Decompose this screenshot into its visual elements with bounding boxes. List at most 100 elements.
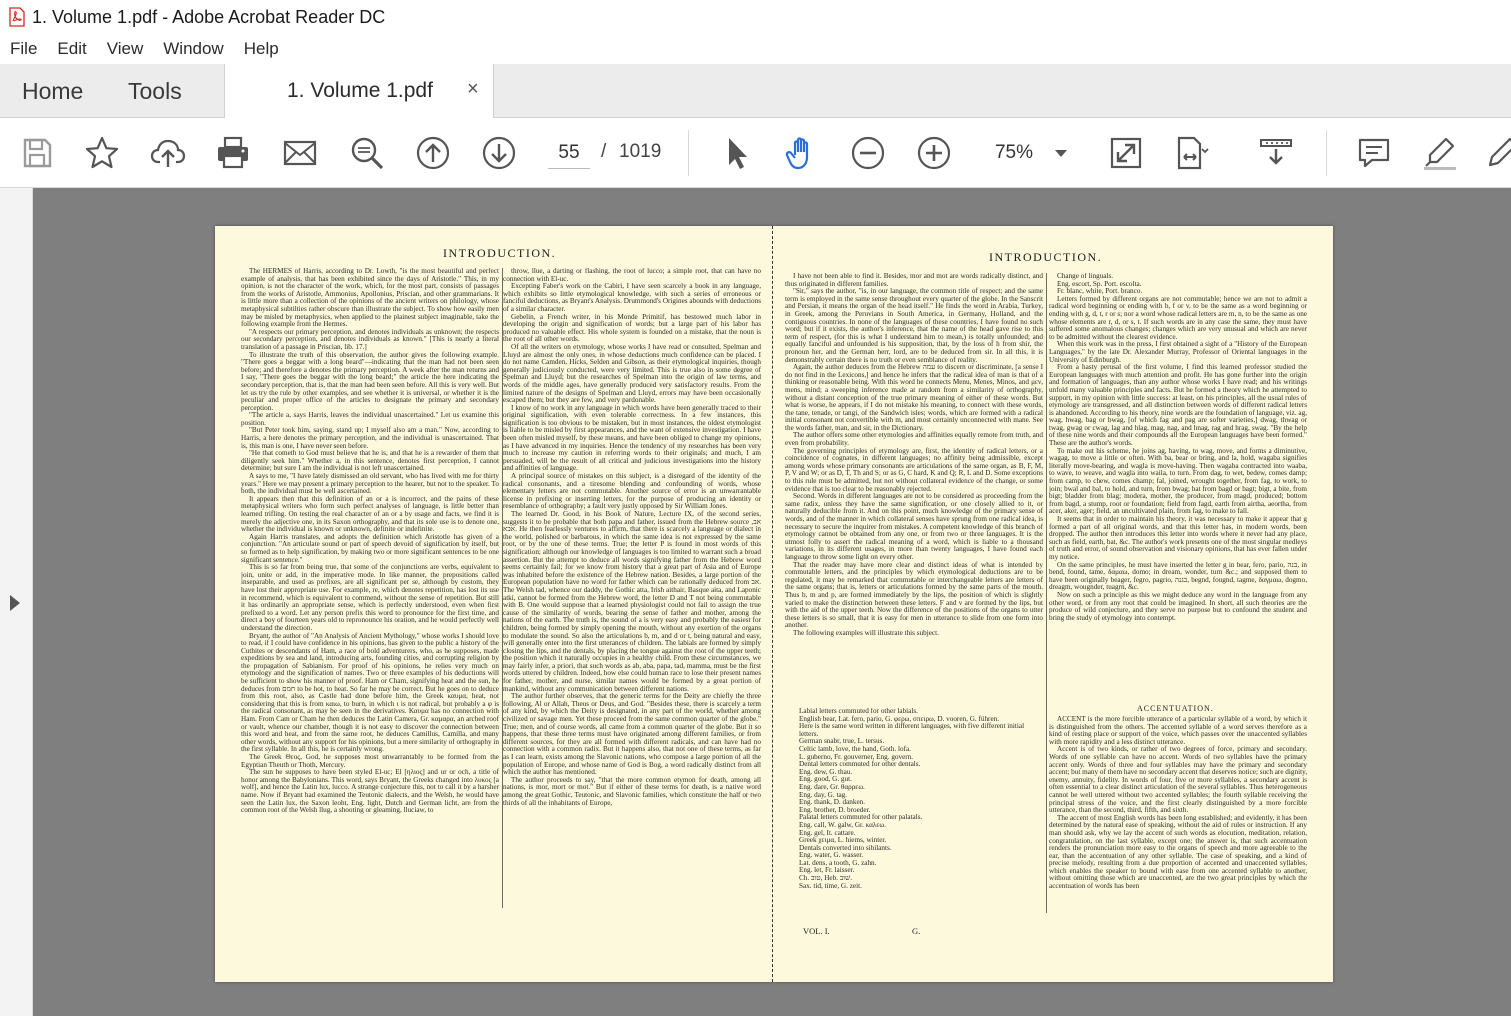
- right-page-column-2: Change of linguals. Eng. escort, Sp. Port…: [1049, 273, 1307, 693]
- column-rule: [1046, 273, 1047, 913]
- paragraph: The author offers some other etymologies…: [785, 431, 1043, 448]
- plus-circle-icon: [917, 136, 951, 170]
- next-page-button[interactable]: [479, 133, 519, 173]
- paragraph: The author proceeds to say, "that the mo…: [503, 775, 761, 807]
- left-page-heading: INTRODUCTION.: [443, 246, 557, 260]
- total-pages: 1019: [619, 141, 662, 162]
- signature-mark: G.: [912, 926, 921, 936]
- volume-footer: VOL. I.: [803, 926, 830, 936]
- zoom-level-input[interactable]: 75%: [984, 137, 1044, 169]
- paragraph: Bryant, the author of "An Analysis of An…: [241, 631, 499, 754]
- comment-button[interactable]: [1354, 133, 1394, 173]
- document-tab-label: 1. Volume 1.pdf: [287, 79, 433, 102]
- star-icon: [85, 136, 119, 169]
- left-navigation-rail: [0, 188, 33, 1016]
- expand-panel-chevron-right-icon[interactable]: [10, 595, 20, 611]
- upload-button[interactable]: [148, 133, 188, 173]
- paragraph: I know of no work in any language in whi…: [503, 403, 761, 473]
- paragraph: That the reader may have more clear and …: [785, 560, 1043, 630]
- paragraph: "He that cometh to God must believe that…: [241, 449, 499, 473]
- toolbar-divider: [1326, 130, 1327, 176]
- zoom-dropdown-chevron-down-icon[interactable]: [1055, 150, 1067, 157]
- paragraph: To make out his scheme, he joins ag, hav…: [1049, 446, 1307, 516]
- save-button[interactable]: [17, 133, 57, 173]
- paragraph: The author further observes, that the ge…: [503, 692, 761, 777]
- highlighter-icon: [1424, 137, 1456, 170]
- window-title: 1. Volume 1.pdf - Adobe Acrobat Reader D…: [32, 6, 386, 27]
- paragraph: The sun he supposes to have been styled …: [241, 768, 499, 815]
- paragraph: "But Peter took him, saying, stand up; I…: [241, 426, 499, 450]
- comment-icon: [1358, 138, 1390, 168]
- page-spread: INTRODUCTION. The HERMES of Harris, acco…: [215, 226, 1333, 982]
- left-page-column-1: The HERMES of Harris, according to Dr. L…: [241, 268, 499, 914]
- menu-file[interactable]: File: [10, 39, 37, 59]
- right-page-heading: INTRODUCTION.: [989, 250, 1103, 264]
- email-button[interactable]: [280, 133, 320, 173]
- accentuation-text: ACCENT is the more forcible utterance of…: [1049, 716, 1307, 916]
- paragraph: Second. Words in different languages are…: [785, 492, 1043, 561]
- arrow-down-circle-icon: [482, 136, 516, 170]
- paragraph: Again Harris translates, and adopts the …: [241, 532, 499, 564]
- read-mode-button[interactable]: [1256, 133, 1296, 173]
- tab-document[interactable]: 1. Volume 1.pdf ×: [224, 64, 494, 119]
- paragraph: Excepting Faber's work on the Cabiri, I …: [503, 282, 761, 313]
- left-page-column-2: throw, llue, a darting or flashing, the …: [503, 268, 761, 914]
- close-tab-button[interactable]: ×: [467, 78, 479, 101]
- right-page-column-1: I have not been able to find it. Besides…: [785, 273, 1043, 693]
- print-button[interactable]: [213, 133, 253, 173]
- page-gutter: [772, 226, 773, 982]
- paragraph: From a hasty perusal of the first volume…: [1049, 363, 1307, 448]
- search-zoom-icon: [351, 137, 384, 170]
- paragraph: On the same principles, he must have ins…: [1049, 560, 1307, 592]
- menu-bar: File Edit View Window Help: [0, 34, 1511, 64]
- document-viewport[interactable]: INTRODUCTION. The HERMES of Harris, acco…: [33, 188, 1511, 1016]
- pointer-icon: [729, 138, 747, 169]
- tab-bar: Home Tools 1. Volume 1.pdf ×: [0, 64, 1511, 119]
- pdf-file-icon: [9, 7, 25, 27]
- printer-icon: [218, 136, 248, 169]
- find-button[interactable]: [347, 133, 387, 173]
- scroll-mode-button[interactable]: [1172, 133, 1212, 173]
- highlight-button[interactable]: [1420, 133, 1460, 173]
- menu-view[interactable]: View: [107, 39, 144, 59]
- paragraph: The learned Dr. Good, in his Book of Nat…: [503, 510, 761, 693]
- current-page-input[interactable]: 55: [548, 137, 590, 169]
- menu-edit[interactable]: Edit: [57, 39, 86, 59]
- paragraph: The Greek Θεος, God, he supposes most un…: [241, 753, 499, 769]
- toolbar-divider: [688, 130, 689, 176]
- paragraph: A says to me, "I have lately dismissed a…: [241, 472, 499, 496]
- paragraph: Again, the author deduces from the Hebre…: [785, 363, 1043, 432]
- fit-page-icon: [1110, 137, 1142, 169]
- tab-home[interactable]: Home: [22, 78, 83, 105]
- envelope-icon: [283, 140, 317, 166]
- minus-circle-icon: [851, 136, 885, 170]
- title-bar: 1. Volume 1.pdf - Adobe Acrobat Reader D…: [0, 0, 1511, 34]
- paragraph: throw, llue, a darting or flashing, the …: [503, 268, 761, 283]
- menu-window[interactable]: Window: [163, 39, 223, 59]
- paragraph: A principal source of mistakes on this s…: [503, 472, 761, 511]
- select-tool-button[interactable]: [717, 133, 757, 173]
- paragraph: "Sir," says the author, "is, in our lang…: [785, 287, 1043, 364]
- cloud-upload-icon: [150, 139, 186, 167]
- scroll-mode-icon: [1177, 136, 1209, 170]
- paragraph: It seems that in order to maintain his t…: [1049, 515, 1307, 561]
- menu-help[interactable]: Help: [244, 39, 279, 59]
- paragraph: Gebelin, a French writer, in his Monde P…: [503, 312, 761, 344]
- paragraph: Sax. tid, time, G. zeit.: [799, 881, 862, 890]
- sign-button[interactable]: [1482, 133, 1511, 173]
- tab-tools[interactable]: Tools: [128, 78, 182, 105]
- paragraph: It appears then that this definition of …: [241, 494, 499, 534]
- paragraph: Letters formed by different organs are n…: [1049, 294, 1307, 341]
- fit-page-button[interactable]: [1106, 133, 1146, 173]
- toolbar: 55 / 1019 75%: [0, 118, 1511, 188]
- hand-tool-button[interactable]: [782, 133, 822, 173]
- previous-page-button[interactable]: [413, 133, 453, 173]
- zoom-out-button[interactable]: [848, 133, 888, 173]
- zoom-in-button[interactable]: [914, 133, 954, 173]
- paragraph: To illustrate the truth of this observat…: [241, 350, 499, 412]
- paragraph: The following examples will illustrate t…: [793, 628, 939, 637]
- bookmark-button[interactable]: [82, 133, 122, 173]
- paragraph: ACCENT is the more forcible utterance of…: [1049, 716, 1307, 746]
- paragraph: Accent is of two kinds, or rather of two…: [1049, 745, 1307, 815]
- paragraph: "A respects our primary perception, and …: [241, 327, 499, 351]
